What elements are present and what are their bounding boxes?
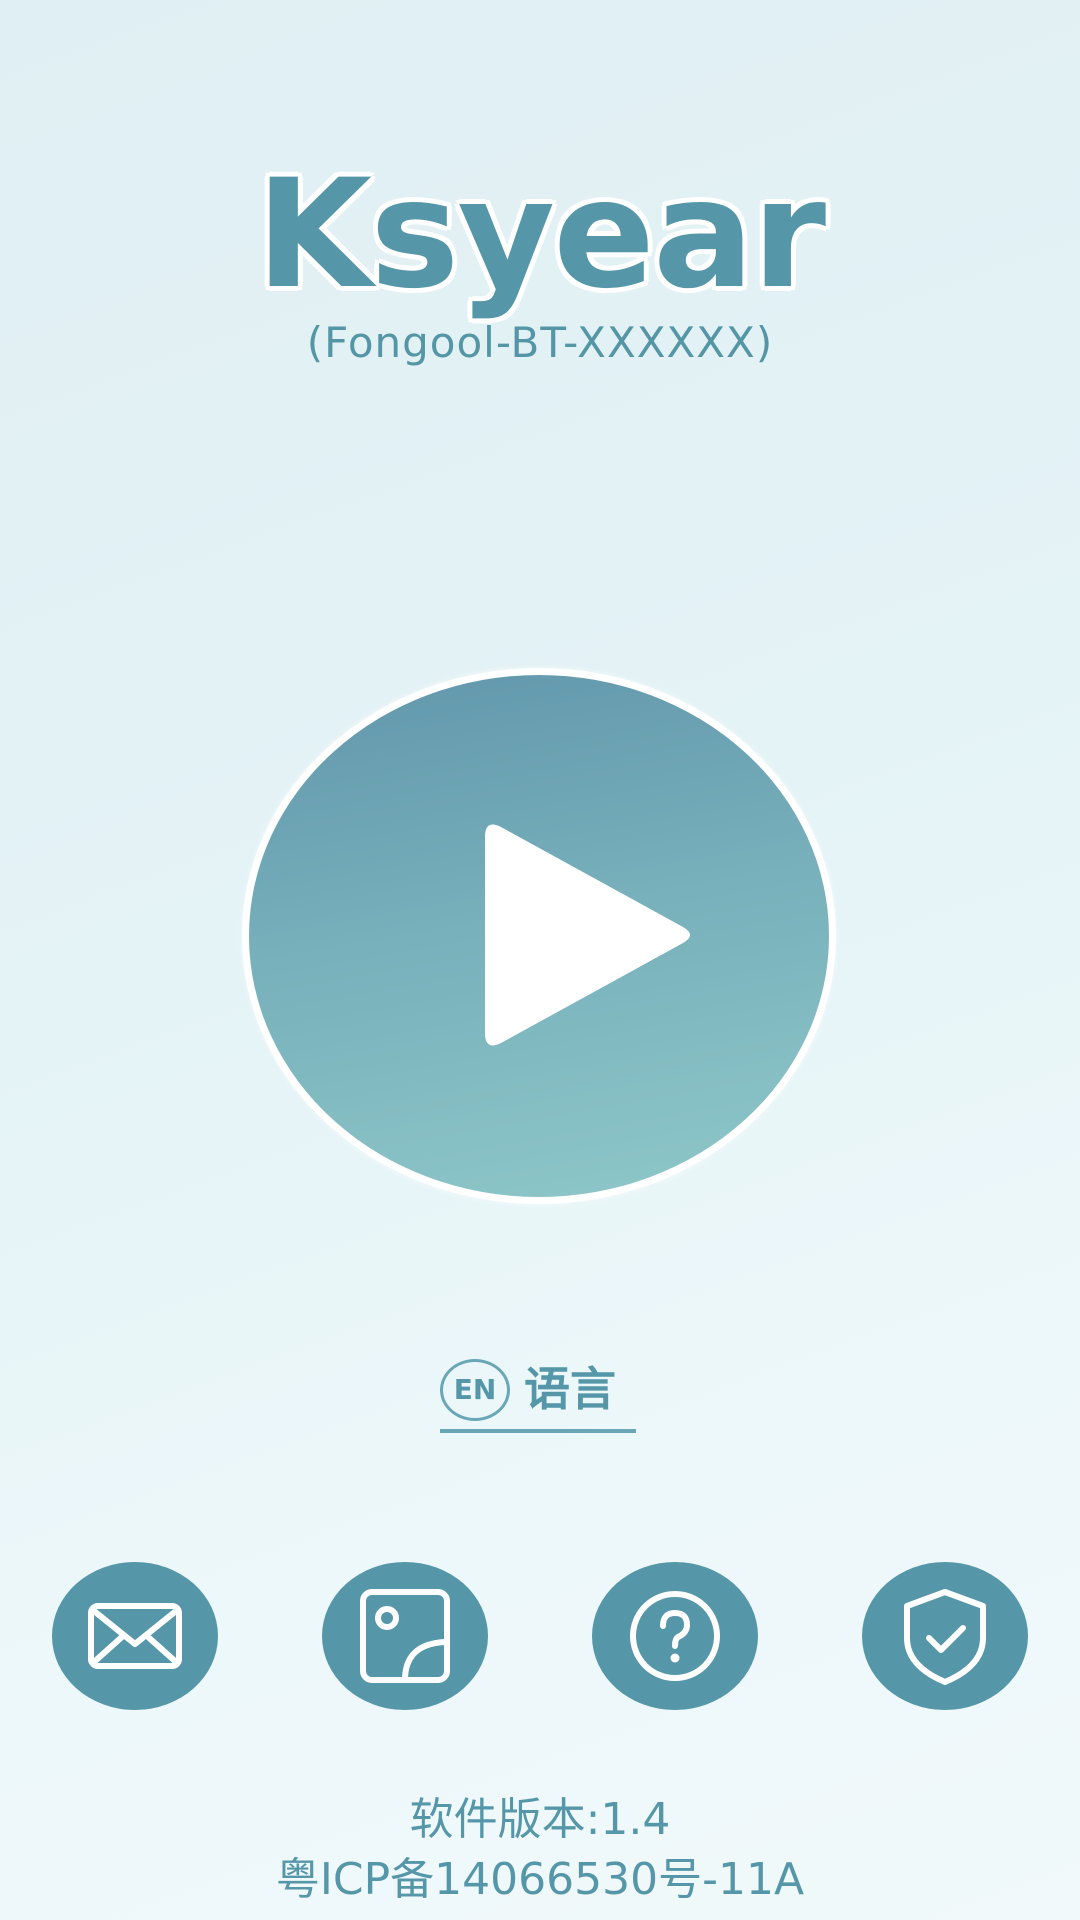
play-button[interactable] xyxy=(242,668,836,1204)
privacy-button[interactable] xyxy=(862,1562,1028,1710)
language-button[interactable]: EN 语言 xyxy=(440,1357,636,1433)
shield-check-icon xyxy=(904,1589,986,1685)
help-icon xyxy=(630,1591,720,1681)
app-title: Ksyear xyxy=(255,148,826,322)
device-name: (Fongool-BT-XXXXXX) xyxy=(306,318,774,367)
language-label: 语言 xyxy=(524,1362,616,1416)
gallery-icon xyxy=(360,1589,450,1683)
gallery-button[interactable] xyxy=(322,1562,488,1710)
en-language-icon: EN xyxy=(440,1359,510,1421)
mail-button[interactable] xyxy=(52,1562,218,1710)
mail-icon xyxy=(88,1603,182,1669)
icp-license: 粤ICP备14066530号-11A xyxy=(275,1854,805,1905)
software-version: 软件版本:1.4 xyxy=(409,1794,671,1845)
play-icon xyxy=(485,824,690,1046)
language-underline xyxy=(440,1429,636,1433)
help-button[interactable] xyxy=(592,1562,758,1710)
